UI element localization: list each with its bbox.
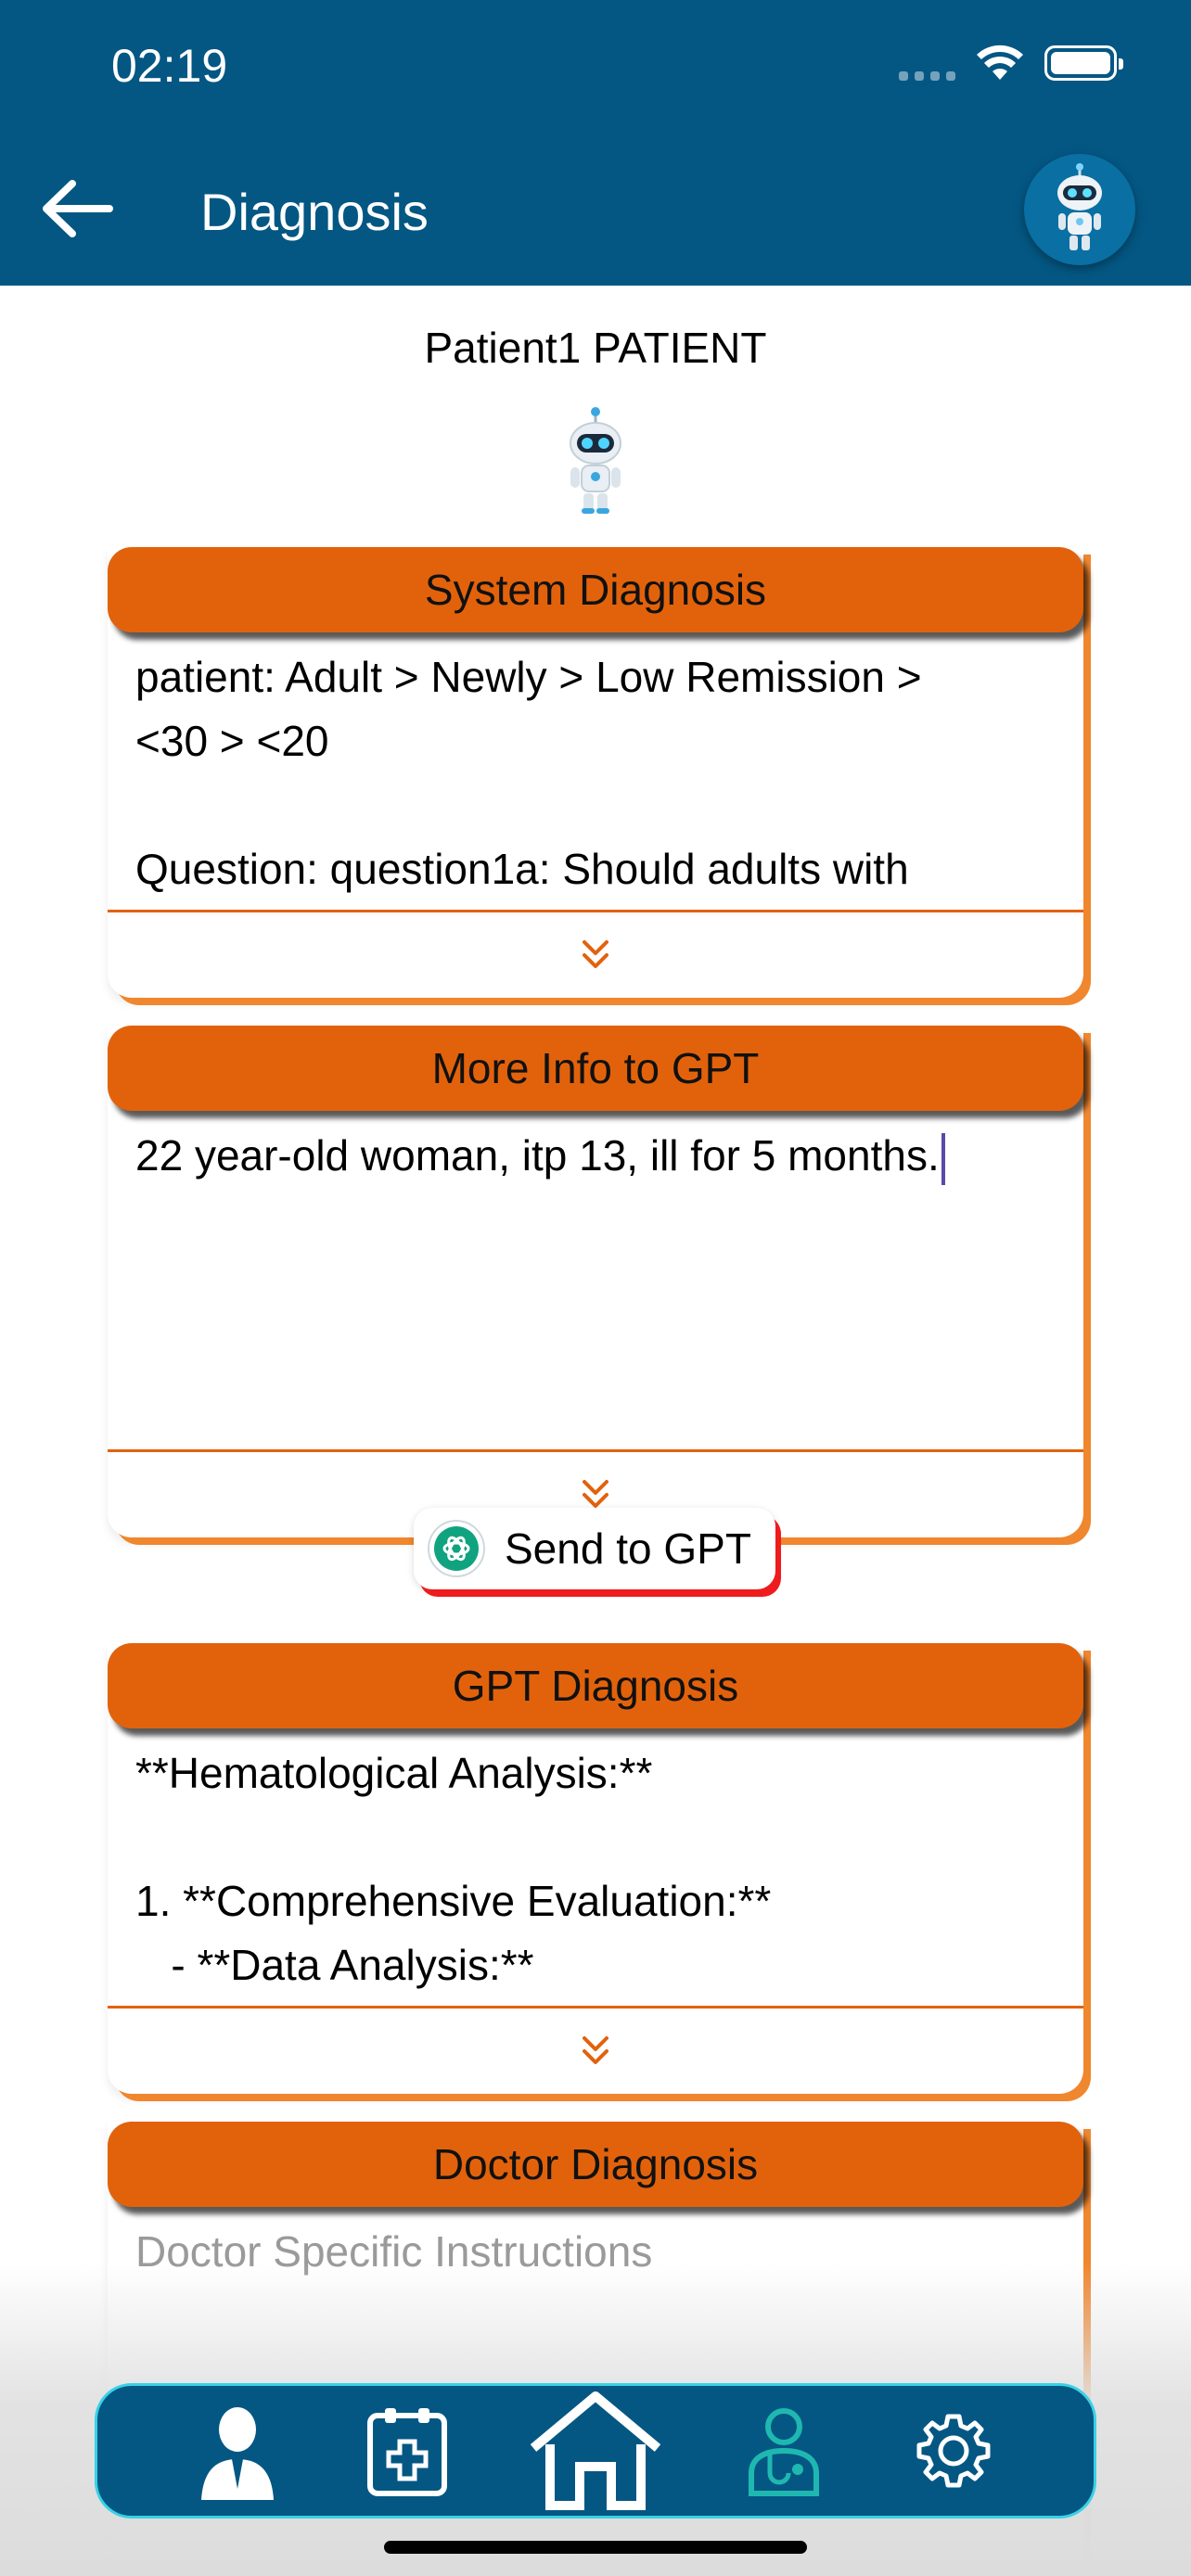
cellular-signal-icon <box>899 71 955 81</box>
gpt-diagnosis-title: GPT Diagnosis <box>108 1643 1083 1728</box>
settings-icon <box>916 2414 991 2488</box>
status-time: 02:19 <box>111 40 228 92</box>
chevron-double-down-icon <box>583 2036 608 2064</box>
system-diagnosis-text[interactable]: patient: Adult > Newly > Low Remission >… <box>108 632 1083 912</box>
profile-icon <box>201 2407 275 2500</box>
send-to-gpt-label: Send to GPT <box>505 1524 751 1573</box>
system-diagnosis-card: System Diagnosis patient: Adult > Newly … <box>108 547 1083 998</box>
more-info-title: More Info to GPT <box>108 1026 1083 1111</box>
robot-icon <box>1057 163 1102 250</box>
wifi-icon <box>977 45 1023 80</box>
gpt-diagnosis-card: GPT Diagnosis **Hematological Analysis:*… <box>108 1643 1083 2094</box>
app-header: 02:19 Diagnosis <box>0 0 1191 286</box>
doctor-diagnosis-title: Doctor Diagnosis <box>108 2122 1083 2207</box>
nav-profile-button[interactable] <box>182 2391 293 2511</box>
patient-name: Patient1 PATIENT <box>424 324 767 372</box>
back-arrow-icon <box>43 180 113 237</box>
page-title: Diagnosis <box>200 183 429 241</box>
nav-settings-button[interactable] <box>898 2391 1009 2511</box>
more-info-input-value: 22 year-old woman, itp 13, ill for 5 mon… <box>135 1131 940 1180</box>
robot-mascot-icon <box>570 407 621 514</box>
gpt-diagnosis-text[interactable]: **Hematological Analysis:** 1. **Compreh… <box>108 1728 1083 2009</box>
system-diagnosis-expand-button[interactable] <box>108 912 1083 998</box>
chevron-double-down-icon <box>583 940 608 968</box>
back-button[interactable] <box>37 176 121 241</box>
status-icons <box>899 45 1123 82</box>
openai-logo-icon <box>428 1520 485 1577</box>
bottom-navigation-bar <box>95 2383 1096 2519</box>
nav-records-button[interactable] <box>352 2391 463 2511</box>
home-icon <box>530 2391 661 2510</box>
home-indicator <box>384 2541 807 2554</box>
nav-doctor-button[interactable] <box>728 2391 839 2511</box>
send-to-gpt-button[interactable]: Send to GPT <box>414 1508 775 1589</box>
doctor-icon <box>748 2408 819 2496</box>
medical-clipboard-icon <box>367 2408 448 2496</box>
assistant-robot-avatar[interactable] <box>1024 154 1135 265</box>
nav-home-button[interactable] <box>521 2391 670 2511</box>
system-diagnosis-title: System Diagnosis <box>108 547 1083 632</box>
text-cursor <box>941 1132 945 1185</box>
more-info-card: More Info to GPT 22 year-old woman, itp … <box>108 1026 1083 1537</box>
more-info-input[interactable]: 22 year-old woman, itp 13, ill for 5 mon… <box>108 1111 1083 1452</box>
gpt-diagnosis-expand-button[interactable] <box>108 2009 1083 2094</box>
battery-icon <box>1044 45 1123 81</box>
